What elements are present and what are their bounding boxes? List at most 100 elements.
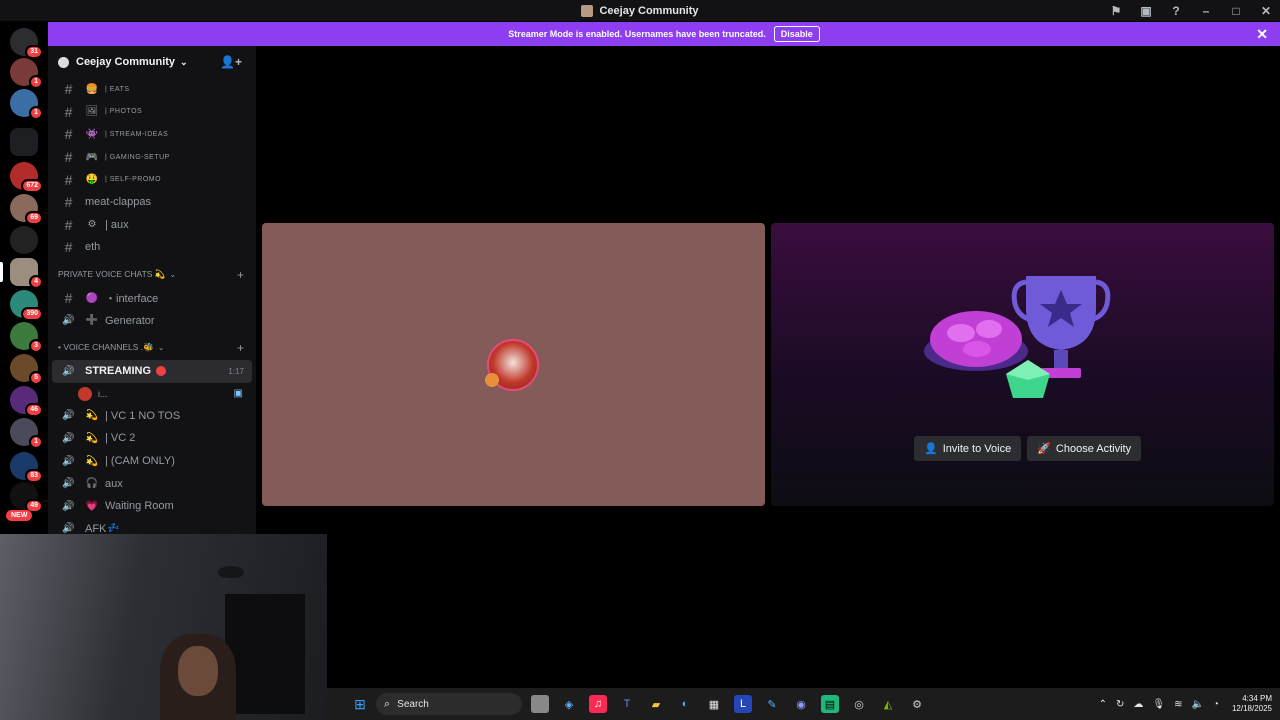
hash-icon: # — [64, 239, 73, 256]
server-icon[interactable]: 5 — [10, 354, 43, 385]
voice-user-name: i... — [98, 388, 108, 399]
minimize-icon[interactable]: – — [1198, 4, 1214, 18]
voice-channel-cam-only[interactable]: 🔊 💫 | (CAM ONLY) — [48, 450, 256, 473]
help-icon[interactable]: ? — [1168, 4, 1184, 18]
home-icon[interactable]: 31 — [10, 28, 43, 59]
monitor-icon[interactable]: ▣ — [1138, 4, 1154, 18]
new-badge: NEW — [6, 510, 33, 521]
voice-channel-streaming[interactable]: 🔊 STREAMING 1:17 — [52, 359, 252, 383]
discord-icon[interactable]: ◉ — [792, 695, 810, 713]
category-label: PRIVATE VOICE CHATS 💫 — [58, 269, 166, 280]
guild-name: Ceejay Community — [76, 56, 176, 68]
inbox-icon[interactable]: ⚑ — [1108, 4, 1124, 18]
volume-icon[interactable]: 🔈 — [1191, 699, 1203, 710]
channel-emoji: 💗 — [85, 500, 99, 512]
invite-to-voice-button[interactable]: 👤 Invite to Voice — [914, 436, 1022, 461]
focus-icon[interactable]: ◔ — [1213, 699, 1219, 710]
settings-icon[interactable]: ⚙ — [908, 695, 926, 713]
store-icon[interactable]: ▦ — [705, 695, 723, 713]
sync-icon[interactable]: ↻ — [1116, 699, 1124, 710]
draw-app-icon[interactable]: ✎ — [763, 695, 781, 713]
add-channel-icon[interactable]: + — [237, 268, 244, 282]
nvidia-icon[interactable]: ◭ — [879, 695, 897, 713]
steam-icon[interactable]: ◎ — [850, 695, 868, 713]
cloud-icon[interactable]: ☁ — [1133, 699, 1143, 710]
wifi-icon[interactable]: ≋ — [1174, 699, 1182, 710]
chat-app-icon[interactable]: ▤ — [821, 695, 839, 713]
server-icon[interactable]: 1 — [10, 58, 43, 89]
channel-aux[interactable]: # ⚙ | aux — [48, 214, 256, 237]
chevron-up-icon[interactable]: ⌃ — [1099, 699, 1107, 710]
add-member-icon[interactable]: 👤+ — [220, 55, 242, 69]
server-icon[interactable]: 672 — [10, 162, 43, 193]
windows-start-icon[interactable]: ⊞ — [351, 695, 369, 713]
server-icon[interactable]: 46 — [10, 386, 43, 417]
channel-label: | photos — [105, 108, 143, 116]
channel-photos[interactable]: # 🖼 | photos — [48, 101, 256, 124]
stream-tile[interactable] — [262, 223, 765, 506]
server-icon[interactable]: 390 — [10, 290, 43, 321]
microphone-icon[interactable]: 🎙 — [1152, 699, 1165, 710]
close-icon[interactable]: ✕ — [1258, 4, 1274, 18]
category-private-voice[interactable]: PRIVATE VOICE CHATS 💫 ⌄ + — [48, 263, 256, 287]
server-icon[interactable]: 1 — [10, 89, 43, 120]
server-icon[interactable]: 69 — [10, 194, 43, 225]
channel-label: | self-promo — [105, 176, 162, 184]
server-icon[interactable]: 3 — [10, 322, 43, 353]
channel-generator[interactable]: 🔊 ➕ Generator — [48, 309, 256, 332]
channel-emoji: 🎧 — [85, 478, 99, 490]
gem-icon — [1006, 360, 1050, 398]
speaker-icon: 🔊 — [62, 500, 75, 512]
channel-interface[interactable]: # 🟣 ・interface — [48, 287, 256, 310]
server-icon[interactable]: 49 — [10, 482, 43, 513]
server-icon-current[interactable]: 4 — [10, 258, 43, 289]
rocket-icon: 🚀 — [1037, 443, 1051, 455]
music-app-icon[interactable]: ♫ — [589, 695, 607, 713]
taskbar-search[interactable]: ⌕ Search — [376, 693, 522, 715]
server-icon[interactable]: 83 — [10, 452, 43, 483]
l-app-icon[interactable]: L — [734, 695, 752, 713]
choose-activity-button[interactable]: 🚀 Choose Activity — [1027, 436, 1142, 461]
close-icon[interactable]: ✕ — [1256, 26, 1268, 43]
copilot-icon[interactable]: ◈ — [560, 695, 578, 713]
channel-emoji: 💫 — [85, 455, 99, 467]
channel-eats[interactable]: # 🍔 | eats — [48, 78, 256, 101]
maximize-icon[interactable]: □ — [1228, 4, 1244, 18]
channel-emoji: 💫 — [85, 432, 99, 444]
voice-channel-vc2[interactable]: 🔊 💫 | VC 2 — [48, 427, 256, 450]
channel-label: Waiting Room — [105, 500, 174, 513]
activity-tile: 👤 Invite to Voice 🚀 Choose Activity — [771, 223, 1274, 506]
teams-icon[interactable]: T — [618, 695, 636, 713]
voice-channel-vc1[interactable]: 🔊 💫 | VC 1 NO TOS — [48, 405, 256, 428]
channel-emoji: 💫 — [85, 410, 99, 422]
category-voice-channels[interactable]: • VOICE CHANNELS .🐝 ⌄ + — [48, 336, 256, 360]
task-view-icon[interactable] — [531, 695, 549, 713]
system-tray: ⌃ ↻ ☁ 🎙 ≋ 🔈 ◔ 4:34 PM 12/18/2025 — [1099, 688, 1272, 720]
disable-button[interactable]: Disable — [773, 26, 820, 42]
guild-header[interactable]: Ceejay Community ⌄ 👤+ — [48, 46, 256, 78]
clock[interactable]: 4:34 PM 12/18/2025 — [1232, 694, 1272, 714]
edge-icon[interactable]: ◐ — [676, 695, 694, 713]
voice-channel-aux[interactable]: 🔊 🎧 aux — [48, 472, 256, 495]
server-folder-icon[interactable] — [10, 128, 38, 156]
server-icon[interactable]: 1 — [10, 418, 43, 449]
channel-label: | (CAM ONLY) — [105, 455, 175, 468]
badge: 672 — [21, 179, 43, 193]
badge: 4 — [29, 275, 43, 289]
webcam-overlay — [0, 534, 327, 720]
voice-channel-afk[interactable]: 🔊 AFK 💤 — [48, 518, 256, 534]
channel-label: ・interface — [105, 293, 159, 306]
user-avatar — [485, 339, 539, 391]
voice-channel-waiting-room[interactable]: 🔊 💗 Waiting Room — [48, 495, 256, 518]
channel-stream-ideas[interactable]: # 👾 | stream-ideas — [48, 123, 256, 146]
channel-meat-clappas[interactable]: # meat-clappas — [48, 191, 256, 214]
channel-gaming-setup[interactable]: # 🎮 | gaming-setup — [48, 146, 256, 169]
hash-icon: # — [64, 290, 73, 307]
file-explorer-icon[interactable]: ▰ — [647, 695, 665, 713]
voice-user[interactable]: i... ▣ — [48, 383, 256, 405]
add-channel-icon[interactable]: + — [237, 341, 244, 355]
avatar — [78, 386, 92, 401]
channel-eth[interactable]: # eth — [48, 236, 256, 259]
server-icon[interactable] — [10, 226, 38, 254]
channel-self-promo[interactable]: # 🤑 | self-promo — [48, 168, 256, 191]
